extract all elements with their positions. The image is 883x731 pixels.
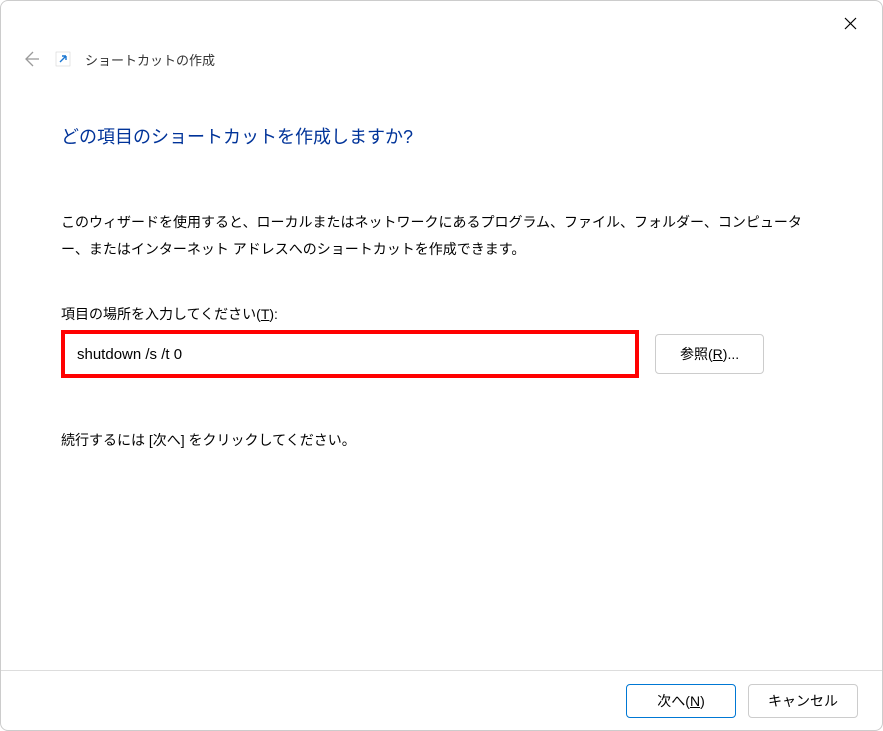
field-label-pre: 項目の場所を入力してください( bbox=[61, 306, 261, 322]
create-shortcut-wizard: ショートカットの作成 どの項目のショートカットを作成しますか? このウィザードを… bbox=[0, 0, 883, 731]
next-key: N bbox=[690, 693, 700, 709]
back-button[interactable] bbox=[21, 49, 41, 69]
browse-pre: 参照( bbox=[680, 346, 713, 362]
next-post: ) bbox=[700, 693, 705, 709]
close-icon bbox=[844, 17, 857, 30]
browse-button[interactable]: 参照(R)... bbox=[655, 334, 764, 374]
location-input-row: 参照(R)... bbox=[61, 330, 822, 378]
wizard-title: ショートカットの作成 bbox=[85, 50, 215, 69]
titlebar bbox=[1, 1, 882, 45]
description-text: このウィザードを使用すると、ローカルまたはネットワークにあるプログラム、ファイル… bbox=[61, 209, 822, 262]
back-arrow-icon bbox=[21, 49, 41, 69]
field-label-post: ): bbox=[269, 306, 278, 322]
footer-buttons: 次へ(N) キャンセル bbox=[1, 670, 882, 730]
browse-key: R bbox=[713, 346, 723, 362]
cancel-button[interactable]: キャンセル bbox=[748, 684, 858, 718]
continue-instruction: 続行するには [次へ] をクリックしてください。 bbox=[61, 430, 822, 450]
highlight-annotation bbox=[61, 330, 639, 378]
browse-post: )... bbox=[723, 346, 739, 362]
page-heading: どの項目のショートカットを作成しますか? bbox=[61, 123, 822, 149]
location-field-label: 項目の場所を入力してください(T): bbox=[61, 304, 822, 324]
header-row: ショートカットの作成 bbox=[1, 43, 882, 75]
next-pre: 次へ( bbox=[657, 693, 690, 709]
location-input[interactable] bbox=[65, 334, 635, 374]
close-button[interactable] bbox=[834, 7, 866, 39]
shortcut-icon bbox=[55, 51, 71, 67]
content-area: どの項目のショートカットを作成しますか? このウィザードを使用すると、ローカルま… bbox=[1, 75, 882, 450]
next-button[interactable]: 次へ(N) bbox=[626, 684, 736, 718]
